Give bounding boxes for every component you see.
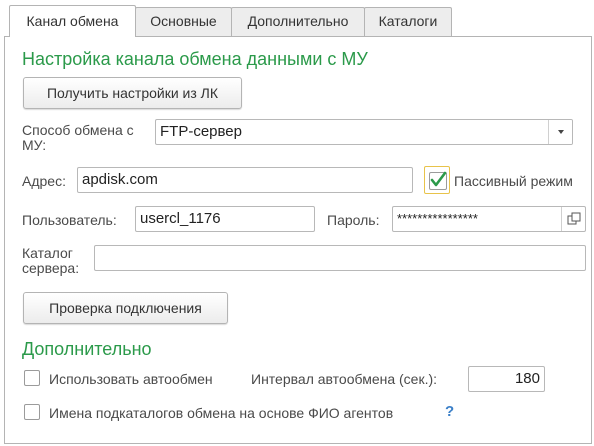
server-catalog-label: Каталог сервера:: [22, 245, 80, 276]
tab-additional[interactable]: Дополнительно: [231, 7, 365, 36]
password-input[interactable]: ****************: [392, 206, 586, 232]
passive-mode-label: Пассивный режим: [454, 173, 573, 189]
auto-exchange-checkbox[interactable]: [24, 370, 40, 386]
tab-panel: Настройка канала обмена данными с МУ Пол…: [4, 36, 592, 444]
passive-mode-checkbox[interactable]: [429, 171, 447, 190]
auto-exchange-label: Использовать автообмен: [49, 371, 213, 387]
interval-input[interactable]: 180: [468, 366, 545, 392]
check-connection-button[interactable]: Проверка подключения: [23, 292, 228, 324]
password-label: Пароль:: [327, 212, 380, 228]
section-title: Настройка канала обмена данными с МУ: [22, 49, 368, 69]
exchange-method-value: FTP-сервер: [160, 123, 242, 140]
subdir-names-checkbox[interactable]: [24, 404, 40, 420]
passive-mode-checkbox-wrap[interactable]: [424, 166, 450, 194]
checkmark-icon: [430, 171, 447, 187]
tab-catalogs[interactable]: Каталоги: [364, 7, 452, 36]
address-input[interactable]: apdisk.com: [77, 167, 413, 193]
exchange-method-label: Способ обмена с МУ:: [22, 122, 134, 153]
address-label: Адрес:: [22, 173, 66, 189]
user-label: Пользователь:: [22, 212, 117, 228]
interval-label: Интервал автообмена (сек.):: [251, 371, 438, 387]
subdir-names-label: Имена подкаталогов обмена на основе ФИО …: [49, 405, 394, 421]
server-catalog-input[interactable]: [94, 245, 586, 271]
chevron-down-icon[interactable]: [548, 120, 572, 144]
open-icon[interactable]: [561, 207, 585, 231]
additional-title: Дополнительно: [22, 339, 152, 359]
exchange-method-select[interactable]: FTP-сервер: [155, 119, 573, 145]
help-icon[interactable]: ?: [445, 403, 454, 420]
tab-exchange-channel[interactable]: Канал обмена: [9, 5, 136, 37]
get-settings-button[interactable]: Получить настройки из ЛК: [23, 77, 242, 109]
tab-main[interactable]: Основные: [135, 7, 232, 36]
password-value: ****************: [397, 211, 478, 226]
tab-bar: Основные Дополнительно Каталоги Канал об…: [0, 0, 594, 37]
user-input[interactable]: usercl_1176: [135, 206, 315, 232]
